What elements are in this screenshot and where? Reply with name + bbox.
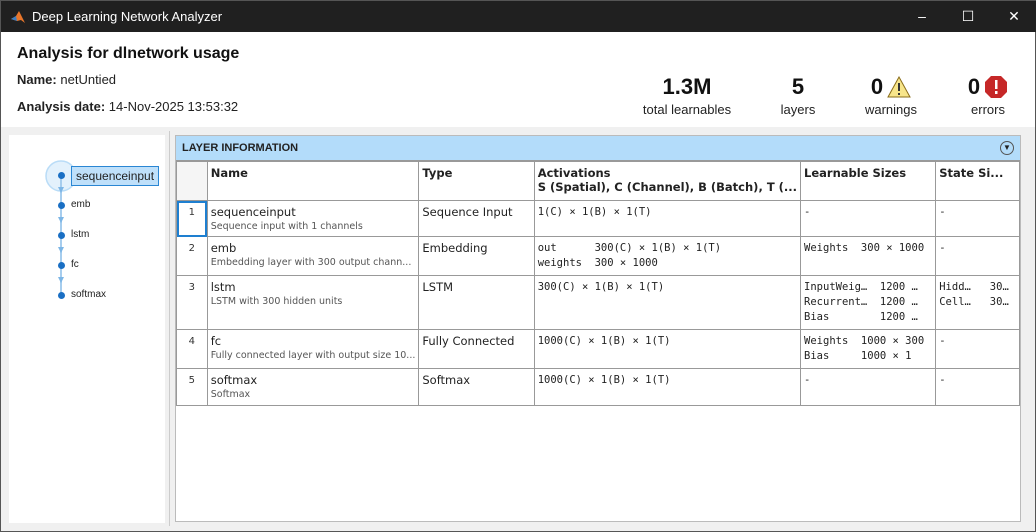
layer-activations: 1(C) × 1(B) × 1(T) (533, 200, 802, 237)
graph-node-emb[interactable]: emb (71, 199, 90, 210)
layer-info-panel: LAYER INFORMATION ▼ Name Type Activations… (175, 135, 1021, 522)
col-header-activations[interactable]: Activations S (Spatial), C (Channel), B (… (533, 161, 802, 201)
row-index[interactable]: 1 (176, 200, 208, 237)
name-value: netUntied (60, 72, 117, 87)
layer-type: Sequence Input (418, 200, 535, 237)
minimize-button[interactable]: – (899, 1, 945, 32)
layer-name: emb (210, 241, 237, 255)
close-button[interactable]: ✕ (991, 1, 1036, 32)
col-header-index (176, 161, 208, 201)
table-row[interactable]: 4 fc Fully connected layer with output si… (176, 329, 1020, 369)
layer-states: Hidd… 30… Cell… 30… (935, 275, 1020, 330)
stat-learnables: 1.3M total learnables (627, 74, 747, 117)
layer-states: - (935, 329, 1020, 369)
graph-node-dot[interactable] (58, 262, 65, 269)
summary-header: Analysis for dlnetwork usage Name: netUn… (1, 32, 1035, 127)
collapse-icon[interactable]: ▼ (1000, 141, 1014, 155)
row-index[interactable]: 2 (176, 236, 208, 276)
layer-type: Softmax (418, 368, 535, 406)
layer-name: sequenceinput (210, 205, 296, 219)
stat-label: total learnables (642, 102, 732, 117)
col-header-states[interactable]: State Si... (935, 161, 1020, 201)
layer-learnables: Weights 300 × 1000 (800, 236, 937, 276)
table-row[interactable]: 5 softmax Softmax Softmax 1000(C) × 1(B) … (176, 368, 1020, 406)
analysis-date: Analysis date: 14-Nov-2025 13:53:32 (17, 99, 238, 114)
row-index[interactable]: 5 (176, 368, 208, 406)
layer-learnables: - (800, 200, 937, 237)
table-row[interactable]: 2 emb Embedding layer with 300 output cha… (176, 236, 1020, 276)
layer-states: - (935, 200, 1020, 237)
table-row[interactable]: 1 sequenceinput Sequence input with 1 cha… (176, 200, 1020, 237)
layer-name-cell: sequenceinput Sequence input with 1 chann… (206, 200, 420, 237)
layer-activations: 1000(C) × 1(B) × 1(T) (533, 329, 802, 369)
row-index[interactable]: 4 (176, 329, 208, 369)
layer-description: Embedding layer with 300 output chann... (210, 257, 412, 268)
activations-title: Activations (537, 166, 611, 180)
layer-name-cell: fc Fully connected layer with output size… (206, 329, 420, 369)
table-header-row: Name Type Activations S (Spatial), C (Cha… (176, 161, 1020, 201)
layer-table: Name Type Activations S (Spatial), C (Cha… (176, 161, 1020, 406)
title-bar: Deep Learning Network Analyzer – ☐ ✕ (1, 1, 1036, 32)
col-header-type[interactable]: Type (418, 161, 535, 201)
layer-name: softmax (210, 373, 258, 387)
layer-name: fc (210, 334, 222, 348)
name-label: Name: (17, 72, 57, 87)
graph-node-softmax[interactable]: softmax (71, 289, 106, 300)
layer-learnables: InputWeig… 1200 … Recurrent… 1200 … Bias… (800, 275, 937, 330)
section-header: LAYER INFORMATION ▼ (176, 136, 1020, 161)
stat-value: 1.3M (662, 74, 712, 99)
page-title: Analysis for dlnetwork usage (17, 45, 240, 62)
layer-name-cell: emb Embedding layer with 300 output chann… (206, 236, 420, 276)
layer-learnables: - (800, 368, 937, 406)
graph-node-dot[interactable] (58, 172, 65, 179)
graph-node-dot[interactable] (58, 232, 65, 239)
graph-node-sequenceinput[interactable]: sequenceinput (71, 166, 160, 186)
network-name: Name: netUntied (17, 72, 116, 87)
graph-node-lstm[interactable]: lstm (71, 229, 89, 240)
col-header-learnables[interactable]: Learnable Sizes (800, 161, 937, 201)
error-icon (985, 76, 1008, 98)
stat-label: errors (971, 102, 1005, 117)
col-header-name[interactable]: Name (206, 161, 420, 201)
warning-icon (887, 76, 911, 98)
layer-name-cell: softmax Softmax (206, 368, 420, 406)
layer-name: lstm (210, 280, 236, 294)
table-row[interactable]: 3 lstm LSTM with 300 hidden units LSTM 30… (176, 275, 1020, 330)
stat-value: 0 (967, 74, 981, 99)
layer-type: LSTM (418, 275, 535, 330)
panel-splitter[interactable] (169, 131, 170, 526)
stat-errors: 0 errors (928, 74, 1036, 117)
section-title: LAYER INFORMATION (182, 142, 299, 154)
graph-node-dot[interactable] (58, 292, 65, 299)
layer-learnables: Weights 1000 × 300 Bias 1000 × 1 (800, 329, 937, 369)
network-graph-panel: sequenceinput emb lstm fc softmax (9, 135, 165, 523)
layer-activations: out 300(C) × 1(B) × 1(T) weights 300 × 1… (533, 236, 802, 276)
stat-value: 0 (870, 74, 884, 99)
window-title: Deep Learning Network Analyzer (32, 9, 223, 24)
maximize-button[interactable]: ☐ (945, 1, 991, 32)
graph-node-fc[interactable]: fc (71, 259, 79, 270)
graph-node-dot[interactable] (58, 202, 65, 209)
layer-states: - (935, 368, 1020, 406)
row-index[interactable]: 3 (176, 275, 208, 330)
layer-states: - (935, 236, 1020, 276)
layer-activations: 300(C) × 1(B) × 1(T) (533, 275, 802, 330)
date-value: 14-Nov-2025 13:53:32 (108, 99, 239, 114)
layer-description: Sequence input with 1 channels (210, 221, 363, 232)
layer-activations: 1000(C) × 1(B) × 1(T) (533, 368, 802, 406)
date-label: Analysis date: (17, 99, 106, 114)
layer-description: Softmax (210, 389, 251, 400)
layer-name-cell: lstm LSTM with 300 hidden units (206, 275, 420, 330)
layer-type: Embedding (418, 236, 535, 276)
activations-subtitle: S (Spatial), C (Channel), B (Batch), T (… (537, 180, 798, 194)
layer-description: Fully connected layer with output size 1… (210, 350, 416, 361)
layer-description: LSTM with 300 hidden units (210, 296, 343, 307)
layer-type: Fully Connected (418, 329, 535, 369)
matlab-logo-icon (11, 10, 25, 23)
